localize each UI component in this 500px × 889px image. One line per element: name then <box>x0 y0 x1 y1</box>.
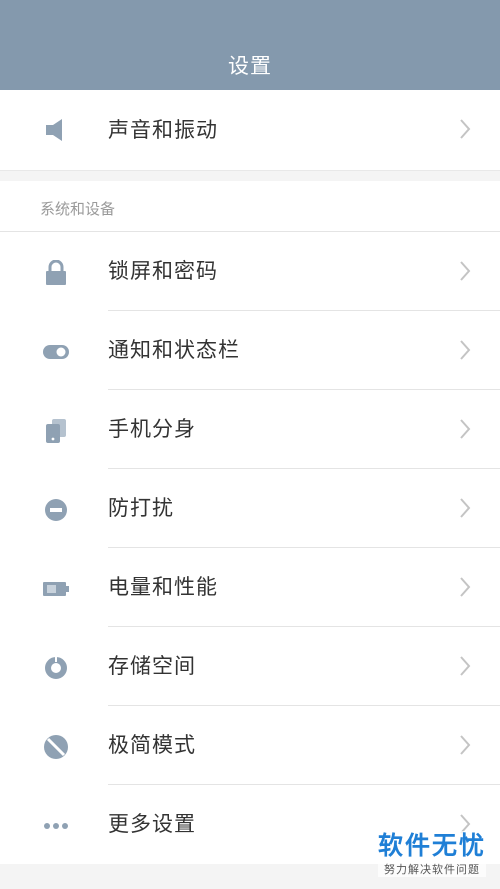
watermark-subtitle: 努力解决软件问题 <box>383 863 480 876</box>
row-label: 声音和振动 <box>108 118 218 142</box>
chevron-right-icon <box>458 260 472 282</box>
phone-clone-icon <box>41 416 71 446</box>
simple-mode-icon <box>41 732 71 762</box>
lock-icon <box>41 258 71 288</box>
watermark-title: 软件无忧 <box>377 831 486 860</box>
row-battery-performance[interactable]: 电量和性能 <box>0 548 500 627</box>
chevron-right-icon <box>458 418 472 440</box>
row-label: 极简模式 <box>108 733 196 757</box>
row-label: 电量和性能 <box>108 575 218 599</box>
toggle-icon <box>41 337 71 367</box>
row-label: 更多设置 <box>108 812 196 836</box>
chevron-right-icon <box>458 734 472 756</box>
row-simple-mode[interactable]: 极简模式 <box>0 706 500 785</box>
row-do-not-disturb[interactable]: 防打扰 <box>0 469 500 548</box>
page-title: 设置 <box>228 54 272 78</box>
row-sound-vibration[interactable]: 声音和振动 <box>0 90 500 170</box>
chevron-right-icon <box>458 655 472 677</box>
watermark-logo: 软件无忧 努力解决软件问题 <box>377 831 486 877</box>
chevron-right-icon <box>458 118 472 140</box>
speaker-icon <box>41 115 71 145</box>
row-label: 防打扰 <box>108 496 174 520</box>
row-label: 手机分身 <box>108 417 196 441</box>
row-label: 通知和状态栏 <box>108 338 240 362</box>
section-title: 系统和设备 <box>40 200 116 218</box>
section-header: 系统和设备 <box>0 181 500 232</box>
row-label: 存储空间 <box>108 654 196 678</box>
battery-icon <box>41 574 71 604</box>
row-phone-clone[interactable]: 手机分身 <box>0 390 500 469</box>
title-bar: 设置 <box>0 0 500 90</box>
more-dots-icon <box>41 811 71 841</box>
chevron-right-icon <box>458 576 472 598</box>
top-group: 声音和振动 <box>0 90 500 170</box>
section-gap <box>0 170 500 181</box>
do-not-disturb-icon <box>41 495 71 525</box>
row-lockscreen-password[interactable]: 锁屏和密码 <box>0 232 500 311</box>
row-label: 锁屏和密码 <box>108 259 218 283</box>
chevron-right-icon <box>458 497 472 519</box>
row-notification-statusbar[interactable]: 通知和状态栏 <box>0 311 500 390</box>
chevron-right-icon <box>458 339 472 361</box>
row-storage[interactable]: 存储空间 <box>0 627 500 706</box>
storage-icon <box>41 653 71 683</box>
system-device-group: 系统和设备 锁屏和密码 通知和状态栏 手机分身 防打扰 电量和性能 存储空间 极… <box>0 181 500 864</box>
